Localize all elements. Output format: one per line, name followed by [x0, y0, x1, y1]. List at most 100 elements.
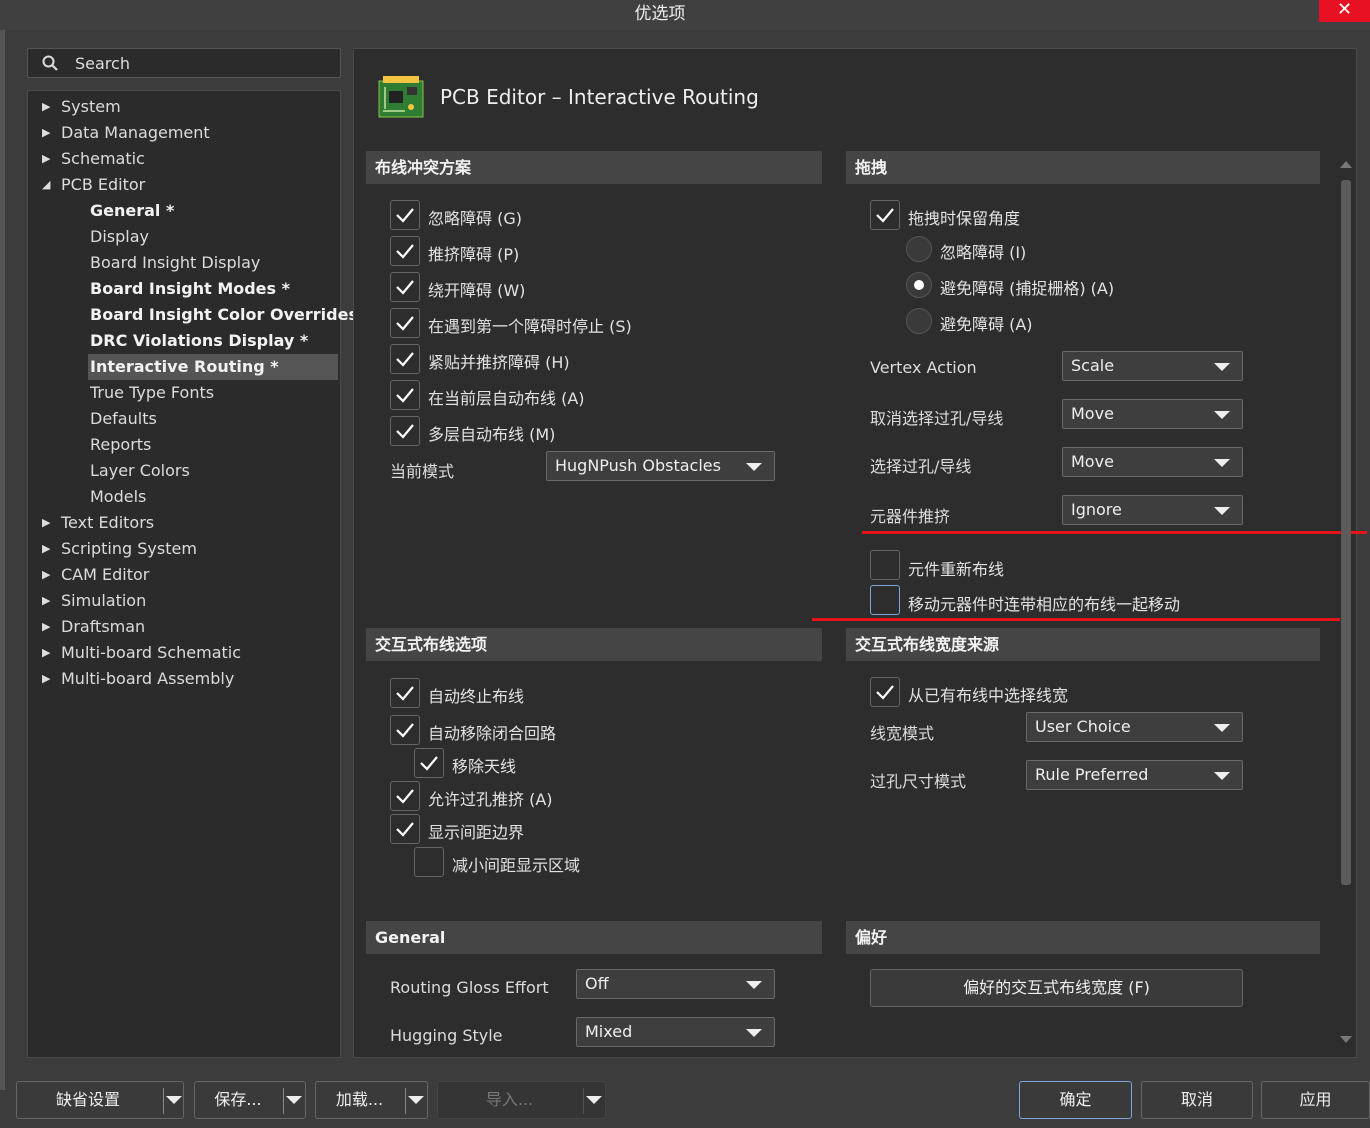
preferred-width-button[interactable]: 偏好的交互式布线宽度 (F) — [870, 969, 1243, 1007]
import-button[interactable]: 导入... — [437, 1081, 606, 1119]
collapsed-arrow-icon[interactable]: ▶ — [42, 562, 54, 588]
conflict-option-checkbox[interactable] — [390, 344, 420, 374]
collapsed-arrow-icon[interactable]: ▶ — [42, 536, 54, 562]
tree-item-label: Board Insight Color Overrides * — [90, 305, 372, 324]
scroll-up-icon[interactable] — [1339, 159, 1353, 169]
tree-item[interactable]: True Type Fonts — [28, 380, 340, 406]
collapsed-arrow-icon[interactable]: ▶ — [42, 666, 54, 692]
width-mode-value: User Choice — [1035, 717, 1131, 736]
tree-item[interactable]: General * — [28, 198, 340, 224]
pcb-icon — [378, 76, 424, 118]
interactive-option-checkbox[interactable] — [414, 748, 444, 778]
tree-item-label: Layer Colors — [90, 461, 190, 480]
select-via-dropdown[interactable]: Move — [1062, 447, 1243, 477]
tree-item[interactable]: Interactive Routing * — [88, 354, 338, 380]
tree-item-label: Schematic — [61, 149, 145, 168]
conflict-option-checkbox[interactable] — [390, 272, 420, 302]
tree-item[interactable]: ▶ System — [28, 94, 340, 120]
chevron-down-icon[interactable] — [286, 1096, 302, 1104]
conflict-option-checkbox[interactable] — [390, 380, 420, 410]
tree-item[interactable]: Models — [28, 484, 340, 510]
tree-item[interactable]: ▶ Data Management — [28, 120, 340, 146]
drag-radio[interactable] — [906, 272, 932, 298]
tree-item[interactable]: DRC Violations Display * — [28, 328, 340, 354]
mode-dropdown[interactable]: HugNPush Obstacles — [546, 451, 775, 481]
conflict-option-checkbox[interactable] — [390, 236, 420, 266]
category-tree: ▶ System ▶ Data Management ▶ Schematic ◢ PCB Ed… — [27, 90, 372, 1058]
move-with-tracks-checkbox[interactable] — [870, 585, 900, 615]
conflict-option-label: 在遇到第一个障碍时停止 (S) — [428, 317, 632, 336]
via-size-mode-dropdown[interactable]: Rule Preferred — [1026, 760, 1243, 790]
collapsed-arrow-icon[interactable]: ▶ — [42, 94, 54, 120]
scrollbar-thumb[interactable] — [1341, 180, 1351, 885]
move-with-tracks-label: 移动元器件时连带相应的布线一起移动 — [908, 595, 1181, 614]
reroute-checkbox[interactable] — [870, 550, 900, 580]
tree-item-label: Multi-board Schematic — [61, 643, 242, 662]
tree-item[interactable]: Board Insight Modes * — [28, 276, 340, 302]
chevron-down-icon[interactable] — [408, 1096, 424, 1104]
chevron-down-icon — [1214, 411, 1230, 419]
drag-radio-label: 忽略障碍 (I) — [940, 243, 1027, 262]
tree-item[interactable]: ▶ Multi-board Schematic — [28, 640, 340, 666]
gloss-effort-dropdown[interactable]: Off — [576, 969, 775, 999]
tree-item[interactable]: Defaults — [28, 406, 340, 432]
conflict-option-checkbox[interactable] — [390, 200, 420, 230]
collapsed-arrow-icon[interactable]: ▶ — [42, 146, 54, 172]
pick-width-checkbox[interactable] — [870, 677, 900, 707]
collapsed-arrow-icon[interactable]: ▶ — [42, 588, 54, 614]
interactive-option-checkbox[interactable] — [390, 715, 420, 745]
panel-scrollbar[interactable] — [1336, 155, 1356, 1050]
section-header-general: General — [366, 921, 822, 954]
conflict-option-checkbox[interactable] — [390, 416, 420, 446]
interactive-option-checkbox[interactable] — [390, 781, 420, 811]
collapsed-arrow-icon[interactable]: ▶ — [42, 614, 54, 640]
tree-item[interactable]: ▶ Multi-board Assembly — [28, 666, 340, 692]
unselect-via-dropdown[interactable]: Move — [1062, 399, 1243, 429]
interactive-option-label: 减小间距显示区域 — [452, 856, 581, 875]
width-mode-dropdown[interactable]: User Choice — [1026, 712, 1243, 742]
tree-item[interactable]: ◢ PCB Editor — [28, 172, 340, 198]
tree-item[interactable]: ▶ Simulation — [28, 588, 340, 614]
collapsed-arrow-icon[interactable]: ▶ — [42, 640, 54, 666]
section-header-drag: 拖拽 — [846, 151, 1320, 184]
interactive-option-checkbox[interactable] — [390, 814, 420, 844]
tree-item-label: PCB Editor — [61, 175, 146, 194]
tree-item[interactable]: ▶ Text Editors — [28, 510, 340, 536]
interactive-option-checkbox[interactable] — [390, 678, 420, 708]
tree-item[interactable]: Board Insight Display — [28, 250, 340, 276]
tree-item[interactable]: Layer Colors — [28, 458, 340, 484]
tree-item[interactable]: ▶ Draftsman — [28, 614, 340, 640]
load-button[interactable]: 加载... — [315, 1081, 428, 1119]
apply-button[interactable]: 应用 — [1261, 1081, 1370, 1119]
tree-item-label: CAM Editor — [61, 565, 150, 584]
component-push-dropdown[interactable]: Ignore — [1062, 495, 1243, 525]
collapsed-arrow-icon[interactable]: ▶ — [42, 120, 54, 146]
interactive-option-checkbox[interactable] — [414, 847, 444, 877]
save-button[interactable]: 保存... — [194, 1081, 306, 1119]
search-box[interactable]: Search — [27, 48, 341, 78]
tree-item[interactable]: ▶ CAM Editor — [28, 562, 340, 588]
default-settings-button[interactable]: 缺省设置 — [16, 1081, 184, 1119]
search-input[interactable]: Search — [75, 54, 130, 73]
chevron-down-icon[interactable] — [586, 1096, 602, 1104]
chevron-down-icon[interactable] — [166, 1096, 182, 1104]
collapsed-arrow-icon[interactable]: ▶ — [42, 510, 54, 536]
conflict-option-checkbox[interactable] — [390, 308, 420, 338]
vertex-action-dropdown[interactable]: Scale — [1062, 351, 1243, 381]
drag-radio[interactable] — [906, 308, 932, 334]
interactive-option-label: 显示间距边界 — [428, 823, 525, 842]
close-button[interactable]: ✕ — [1319, 0, 1370, 22]
cancel-button[interactable]: 取消 — [1141, 1081, 1253, 1119]
scroll-down-icon[interactable] — [1339, 1035, 1353, 1045]
ok-button[interactable]: 确定 — [1019, 1081, 1132, 1119]
hugging-style-dropdown[interactable]: Mixed — [576, 1017, 775, 1047]
tree-item[interactable]: ▶ Scripting System — [28, 536, 340, 562]
tree-item[interactable]: Board Insight Color Overrides * — [28, 302, 372, 328]
tree-item[interactable]: ▶ Schematic — [28, 146, 340, 172]
drag-radio[interactable] — [906, 236, 932, 262]
tree-item-label: Board Insight Display — [90, 253, 261, 272]
tree-item[interactable]: Display — [28, 224, 340, 250]
tree-item[interactable]: Reports — [28, 432, 340, 458]
expanded-arrow-icon[interactable]: ◢ — [42, 172, 54, 198]
preserve-angle-checkbox[interactable] — [870, 200, 900, 230]
